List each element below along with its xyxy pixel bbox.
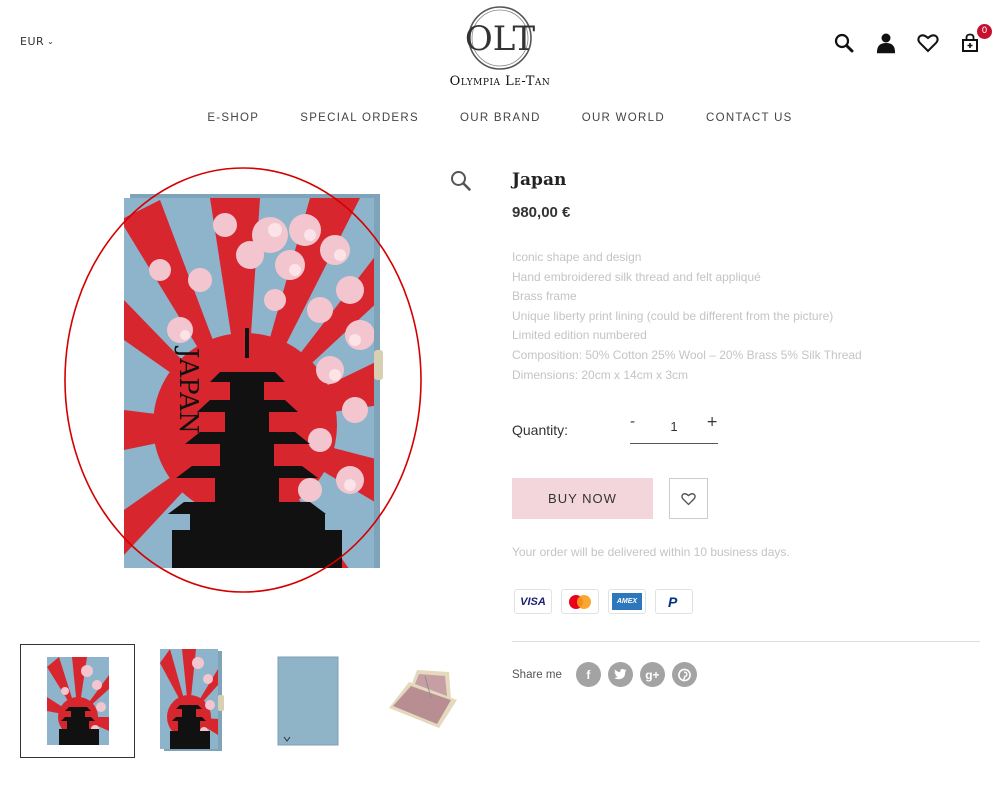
thumbnail-angle[interactable] [135,644,250,758]
description-line: Limited edition numbered [512,328,647,343]
visa-logo-text: VISA [520,595,546,608]
description-line: Brass frame [512,289,577,304]
paypal-logo-text: P [668,594,678,610]
product-info: Japan 980,00 € Iconic shape and design H… [512,170,982,385]
paypal-logo: P [668,594,678,610]
amex-icon: AMEX [608,589,646,614]
quantity-input[interactable] [655,416,693,436]
product-description: Iconic shape and design Hand embroidered… [512,248,982,385]
user-icon [877,33,895,54]
thumbnail-front-image [46,657,109,745]
header: EUR ⌄ OLT Olympia Le-Tan 0 [0,0,1000,96]
delivery-info: Your order will be delivered within 10 b… [512,545,790,559]
main-nav: E-SHOP SPECIAL ORDERS OUR BRAND OUR WORL… [0,112,1000,124]
product-price: 980,00 € [512,204,571,221]
quantity-label: Quantity: [512,422,569,438]
description-line: Iconic shape and design [512,250,642,264]
description-line: Unique liberty print lining (could be di… [512,308,834,323]
account-button[interactable] [874,31,898,55]
google-plus-icon: g+ [645,667,660,682]
magnifier-icon [451,171,471,191]
heart-icon [681,492,696,505]
nav-item-our-world[interactable]: OUR WORLD [582,112,665,124]
nav-item-special-orders[interactable]: SPECIAL ORDERS [300,112,419,124]
quantity-increase-button[interactable]: + [706,414,718,430]
add-to-wishlist-button[interactable] [669,478,708,519]
quantity-stepper: - + [630,414,718,444]
quantity-decrease-button[interactable]: - [630,414,635,430]
buy-now-button[interactable]: BUY NOW [512,478,653,519]
product-image-title: JAPAN [173,345,203,434]
twitter-share-button[interactable] [607,662,633,687]
nav-item-our-brand[interactable]: OUR BRAND [460,112,541,124]
share-bar: Share me f g+ [512,662,704,687]
mastercard-icon [561,589,599,614]
share-label: Share me [512,668,562,681]
nav-item-e-shop[interactable]: E-SHOP [207,112,259,124]
brand-name: Olympia Le-Tan [449,74,551,89]
pinterest-share-button[interactable] [671,662,697,687]
description-line: Hand embroidered silk thread and felt ap… [512,269,761,284]
product-title: Japan [512,170,567,190]
currency-label: EUR [20,35,45,48]
header-icons: 0 [832,24,992,58]
twitter-icon [613,669,627,680]
facebook-share-button[interactable]: f [575,662,601,687]
shopping-bag-icon [962,33,978,52]
zoom-button[interactable] [450,170,472,196]
thumbnail-back[interactable] [250,644,365,758]
brand-logo[interactable]: OLT Olympia Le-Tan [440,4,560,92]
thumbnail-strip [20,644,480,758]
heart-icon [917,34,939,53]
currency-selector[interactable]: EUR ⌄ [20,35,54,48]
facebook-icon: f [586,667,591,682]
cart-button[interactable]: 0 [958,24,992,55]
nav-item-contact-us[interactable]: CONTACT US [706,112,793,124]
description-line: Composition: 50% Cotton 25% Wool – 20% B… [512,347,862,362]
thumbnail-back-image [277,656,338,746]
section-divider [512,641,980,642]
visa-icon: VISA [514,589,552,614]
search-button[interactable] [832,31,856,55]
mastercard-logo [569,594,591,609]
google-plus-share-button[interactable]: g+ [639,662,665,687]
paypal-icon: P [655,589,693,614]
pinterest-icon [677,668,691,681]
search-icon [834,33,854,53]
cart-count-badge: 0 [977,24,992,39]
thumbnail-open[interactable] [365,644,480,758]
thumbnail-open-image [388,670,457,728]
wishlist-button[interactable] [916,31,940,55]
payment-methods: VISA AMEX P [514,589,693,614]
product-main-image[interactable]: JAPAN [60,160,430,600]
logo-monogram-text: OLT [465,19,535,59]
thumbnail-angle-image [159,649,224,751]
thumbnail-front[interactable] [20,644,135,758]
amex-logo-text: AMEX [612,593,642,610]
description-line: Dimensions: 20cm x 14cm x 3cm [512,367,689,382]
quantity-row: Quantity: - + [512,414,812,448]
chevron-down-icon: ⌄ [47,37,55,46]
logo-monogram-icon: OLT [465,6,535,70]
